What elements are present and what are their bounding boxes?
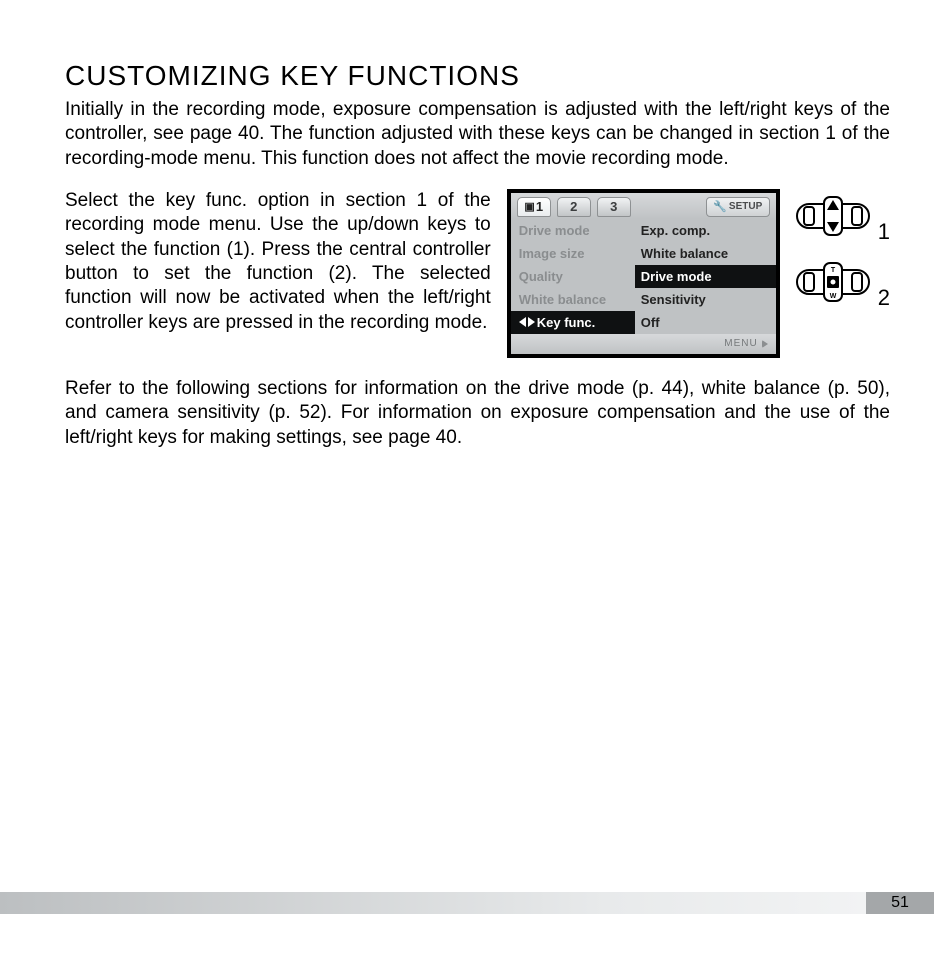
menu-left-label: Quality	[511, 269, 635, 284]
camera-icon: ▣	[524, 200, 534, 213]
lcd-screenshot: ▣1 2 3 🔧SETUP Drive mode Exp. comp. Imag…	[507, 189, 780, 358]
lcd-tab-2[interactable]: 2	[557, 197, 591, 217]
callout-2: T W 2	[796, 259, 890, 305]
wrench-icon: 🔧	[713, 200, 727, 213]
menu-right-value: Off	[635, 311, 776, 334]
page-number: 51	[866, 892, 934, 914]
page-title: CUSTOMIZING KEY FUNCTIONS	[65, 60, 890, 92]
callout-1: 1	[796, 193, 890, 239]
reference-paragraph: Refer to the following sections for info…	[65, 377, 890, 450]
menu-label: MENU	[724, 338, 757, 349]
lcd-tab-1[interactable]: ▣1	[517, 197, 551, 217]
svg-text:W: W	[829, 293, 836, 300]
lcd-tab-3[interactable]: 3	[597, 197, 631, 217]
menu-left-label: White balance	[511, 292, 635, 307]
lcd-menu-list: Drive mode Exp. comp. Image size White b…	[511, 219, 776, 334]
tab-label: 1	[536, 199, 543, 214]
page-footer: 51	[0, 892, 952, 914]
controller-center-icon: T W	[796, 259, 870, 305]
triangle-right-icon	[528, 317, 535, 327]
menu-left-label: Image size	[511, 246, 635, 261]
footer-bar	[0, 892, 866, 914]
menu-left-label-selected: Key func.	[511, 315, 635, 330]
menu-row-quality[interactable]: Quality Drive mode	[511, 265, 776, 288]
lcd-setup-tab[interactable]: 🔧SETUP	[706, 197, 770, 217]
tab-label: 2	[570, 199, 577, 214]
intro-paragraph: Initially in the recording mode, exposur…	[65, 98, 890, 171]
callout-number-2: 2	[878, 285, 890, 311]
menu-right-value-selected: Drive mode	[635, 265, 776, 288]
controller-updown-icon	[796, 193, 870, 239]
tab-label: 3	[610, 199, 617, 214]
menu-right-value: Exp. comp.	[635, 223, 776, 238]
menu-row-white-balance[interactable]: White balance Sensitivity	[511, 288, 776, 311]
lcd-tabbar: ▣1 2 3 🔧SETUP	[511, 193, 776, 219]
menu-row-drive-mode[interactable]: Drive mode Exp. comp.	[511, 219, 776, 242]
callout-number-1: 1	[878, 219, 890, 245]
key-func-label: Key func.	[537, 315, 596, 330]
menu-right-value: White balance	[635, 246, 776, 261]
triangle-left-icon	[519, 317, 526, 327]
instruction-paragraph: Select the key func. option in section 1…	[65, 189, 491, 335]
menu-right-value: Sensitivity	[635, 292, 776, 307]
setup-label: SETUP	[729, 201, 762, 212]
menu-row-image-size[interactable]: Image size White balance	[511, 242, 776, 265]
lcd-bottom-bar: MENU	[511, 334, 776, 354]
svg-text:T: T	[831, 267, 836, 274]
return-icon	[762, 340, 768, 348]
menu-row-key-func[interactable]: Key func. Off	[511, 311, 776, 334]
menu-left-label: Drive mode	[511, 223, 635, 238]
